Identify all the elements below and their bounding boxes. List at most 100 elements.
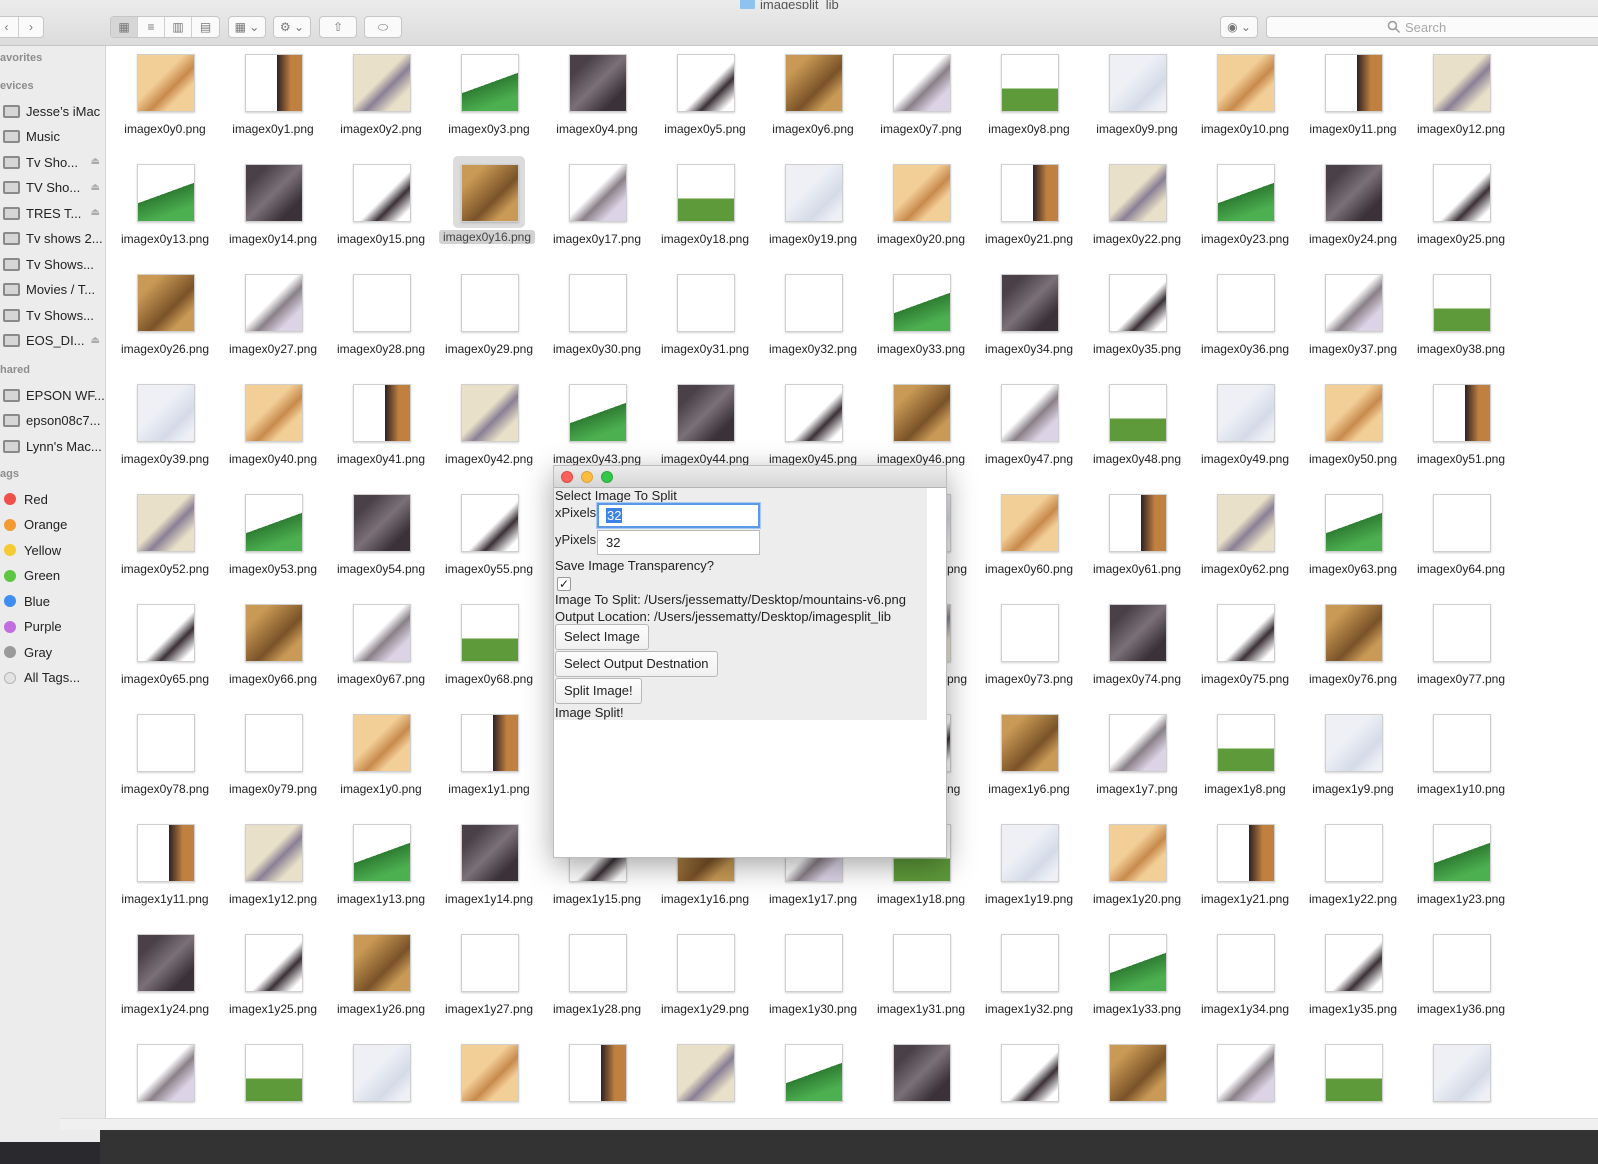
eject-icon[interactable]: ⏏ <box>91 156 100 167</box>
sidebar-item-shared[interactable]: EPSON WF... <box>0 384 105 406</box>
file-item[interactable] <box>759 1038 867 1120</box>
file-item[interactable] <box>651 1038 759 1120</box>
image-thumbnail[interactable] <box>1325 384 1383 442</box>
image-thumbnail[interactable] <box>461 54 519 112</box>
file-item[interactable] <box>219 1038 327 1120</box>
image-thumbnail[interactable] <box>461 604 519 662</box>
file-item[interactable]: imagex0y3.png <box>435 48 543 144</box>
select-image-button[interactable]: Select Image <box>555 624 649 650</box>
image-thumbnail[interactable] <box>1433 494 1491 552</box>
file-item[interactable]: imagex0y15.png <box>327 158 435 254</box>
file-item[interactable]: imagex0y42.png <box>435 378 543 474</box>
image-thumbnail[interactable] <box>461 824 519 882</box>
file-item[interactable]: imagex0y18.png <box>651 158 759 254</box>
icon-view-button[interactable]: ▦ <box>111 17 138 37</box>
image-thumbnail[interactable] <box>137 824 195 882</box>
file-item[interactable] <box>1191 1038 1299 1120</box>
image-thumbnail[interactable] <box>569 274 627 332</box>
image-thumbnail[interactable] <box>1001 274 1059 332</box>
image-thumbnail[interactable] <box>1217 824 1275 882</box>
image-thumbnail[interactable] <box>1433 604 1491 662</box>
sidebar-item-device[interactable]: Tv Sho... ⏏ <box>0 151 105 173</box>
file-item[interactable]: imagex0y35.png <box>1083 268 1191 364</box>
file-item[interactable]: imagex0y14.png <box>219 158 327 254</box>
file-item[interactable]: imagex1y28.png <box>543 928 651 1024</box>
file-item[interactable]: imagex0y7.png <box>867 48 975 144</box>
image-thumbnail[interactable] <box>1325 934 1383 992</box>
image-thumbnail[interactable] <box>677 384 735 442</box>
chevron-right-icon[interactable]: › <box>19 17 43 37</box>
image-thumbnail[interactable] <box>785 164 843 222</box>
image-thumbnail[interactable] <box>137 274 195 332</box>
file-item[interactable]: imagex0y50.png <box>1299 378 1407 474</box>
image-thumbnail[interactable] <box>1109 54 1167 112</box>
tags-button[interactable]: ⬭ <box>364 16 402 38</box>
file-item[interactable]: imagex1y31.png <box>867 928 975 1024</box>
list-view-button[interactable]: ≡ <box>138 17 165 37</box>
file-item[interactable]: imagex1y7.png <box>1083 708 1191 804</box>
image-thumbnail[interactable] <box>1433 54 1491 112</box>
image-thumbnail[interactable] <box>245 1044 303 1102</box>
image-thumbnail[interactable] <box>245 164 303 222</box>
file-item[interactable]: imagex0y47.png <box>975 378 1083 474</box>
minimize-icon[interactable] <box>581 471 593 483</box>
file-item[interactable]: imagex0y64.png <box>1407 488 1515 584</box>
file-item[interactable]: imagex1y6.png <box>975 708 1083 804</box>
file-item[interactable]: imagex0y31.png <box>651 268 759 364</box>
file-item[interactable]: imagex0y40.png <box>219 378 327 474</box>
image-thumbnail[interactable] <box>1325 54 1383 112</box>
sidebar-item-tag[interactable]: Blue <box>0 590 105 612</box>
arrange-button[interactable]: ▦ ⌄ <box>228 16 266 38</box>
file-item[interactable]: imagex0y25.png <box>1407 158 1515 254</box>
file-item[interactable]: imagex0y0.png <box>111 48 219 144</box>
image-thumbnail[interactable] <box>353 824 411 882</box>
image-thumbnail[interactable] <box>569 934 627 992</box>
image-thumbnail[interactable] <box>1001 604 1059 662</box>
file-item[interactable]: imagex1y23.png <box>1407 818 1515 914</box>
file-item[interactable]: imagex0y52.png <box>111 488 219 584</box>
file-item[interactable]: imagex1y13.png <box>327 818 435 914</box>
file-item[interactable] <box>435 1038 543 1120</box>
image-thumbnail[interactable] <box>1109 824 1167 882</box>
eject-icon[interactable]: ⏏ <box>91 207 100 218</box>
file-item[interactable]: imagex0y67.png <box>327 598 435 694</box>
file-item[interactable] <box>543 1038 651 1120</box>
file-item[interactable] <box>1299 1038 1407 1120</box>
image-thumbnail[interactable] <box>893 384 951 442</box>
file-item[interactable]: imagex0y24.png <box>1299 158 1407 254</box>
image-thumbnail[interactable] <box>1001 1044 1059 1102</box>
image-thumbnail[interactable] <box>353 164 411 222</box>
file-item[interactable]: imagex0y22.png <box>1083 158 1191 254</box>
sidebar-item-tag[interactable]: Green <box>0 565 105 587</box>
image-thumbnail[interactable] <box>461 384 519 442</box>
image-thumbnail[interactable] <box>137 934 195 992</box>
file-item[interactable]: imagex1y33.png <box>1083 928 1191 1024</box>
file-item[interactable]: imagex1y12.png <box>219 818 327 914</box>
file-item[interactable]: imagex0y73.png <box>975 598 1083 694</box>
file-item[interactable]: imagex0y75.png <box>1191 598 1299 694</box>
sidebar-item-tag[interactable]: Red <box>0 488 105 510</box>
image-thumbnail[interactable] <box>1217 934 1275 992</box>
file-item[interactable]: imagex0y55.png <box>435 488 543 584</box>
file-item[interactable]: imagex0y46.png <box>867 378 975 474</box>
file-item[interactable]: imagex0y48.png <box>1083 378 1191 474</box>
sidebar-item-tag[interactable]: All Tags... <box>0 667 105 689</box>
ypixels-field[interactable]: 32 <box>597 530 760 555</box>
file-item[interactable]: imagex0y26.png <box>111 268 219 364</box>
image-thumbnail[interactable] <box>1109 384 1167 442</box>
image-thumbnail[interactable] <box>1433 1044 1491 1102</box>
image-thumbnail[interactable] <box>1325 604 1383 662</box>
file-item[interactable]: imagex0y8.png <box>975 48 1083 144</box>
image-thumbnail[interactable] <box>1217 164 1275 222</box>
file-item[interactable]: imagex1y34.png <box>1191 928 1299 1024</box>
image-thumbnail[interactable] <box>1217 494 1275 552</box>
image-thumbnail[interactable] <box>353 1044 411 1102</box>
file-item[interactable]: imagex0y29.png <box>435 268 543 364</box>
image-thumbnail[interactable] <box>893 274 951 332</box>
sidebar-item-device[interactable]: Tv Shows... <box>0 253 105 275</box>
file-item[interactable]: imagex1y19.png <box>975 818 1083 914</box>
image-thumbnail[interactable] <box>785 274 843 332</box>
sidebar-item-device[interactable]: Tv shows 2... <box>0 228 105 250</box>
file-item[interactable]: imagex1y0.png <box>327 708 435 804</box>
file-item[interactable]: imagex0y74.png <box>1083 598 1191 694</box>
